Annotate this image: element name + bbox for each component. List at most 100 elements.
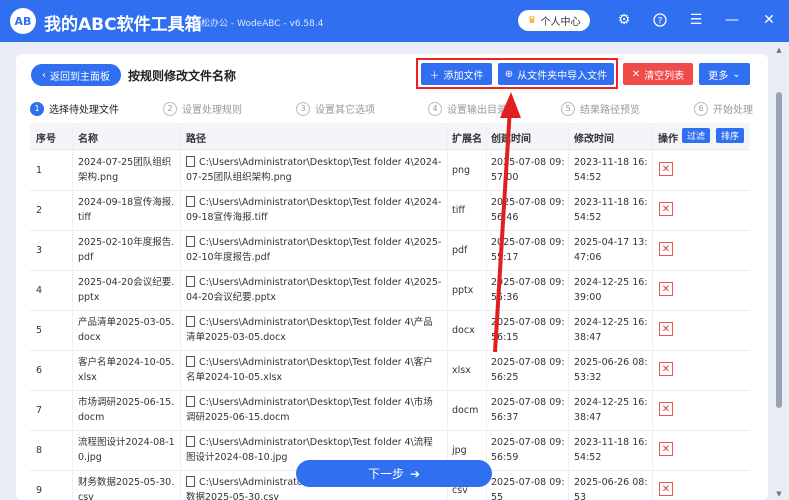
minimize-icon[interactable]: — [723,11,741,29]
row-modified: 2025-06-26 08:53:32 [574,357,648,383]
row-name: 产品清单2025-03-05.docx [78,317,175,343]
column-divider [447,123,448,500]
column-divider [652,123,653,500]
row-ext: pptx [452,285,474,296]
header-name: 名称 [78,134,98,145]
step-number: 5 [561,101,575,116]
row-path-text: C:\Users\Administrator\Desktop\Test fold… [186,237,442,263]
row-created: 2025-07-08 09:56:37 [491,397,565,423]
step-5[interactable]: 5 结果路径预览 [561,101,640,116]
header-ext: 扩展名 [452,134,482,145]
menu-icon[interactable]: ☰ [687,11,705,29]
row-name: 市场调研2025-06-15.docm [78,397,175,423]
step-progress: 1 选择待处理文件 2 设置处理规则 3 设置其它选项 4 设置输出目录 5 结果路径预览… [30,101,770,117]
table-row[interactable]: 3 2025-02-10年度报告.pdf C:\Users\Administrato… [30,230,750,271]
step-2[interactable]: 2 设置处理规则 [163,101,242,116]
table-row[interactable]: 4 2025-04-20会议纪要.pptx C:\Users\Administrat… [30,270,750,311]
plus-icon: ＋ [429,70,440,82]
step-label: 设置其它选项 [315,105,375,116]
arrow-right-circle-icon: ➔ [409,466,421,481]
row-ext: xlsx [452,365,471,376]
step-1[interactable]: 1 选择待处理文件 [30,101,119,116]
delete-row-icon[interactable]: ✕ [659,282,673,296]
step-label: 开始处理 [713,105,753,116]
delete-row-icon[interactable]: ✕ [659,322,673,336]
row-path-text: C:\Users\Administrator\Desktop\Test fold… [186,317,433,343]
table-row[interactable]: 1 2024-07-25团队组织架构.png C:\Users\Administra… [30,150,750,191]
row-name: 2025-02-10年度报告.pdf [78,237,175,263]
step-3[interactable]: 3 设置其它选项 [296,101,375,116]
row-index: 7 [36,405,43,416]
header-action: 操作 [658,134,678,145]
close-icon[interactable]: ✕ [760,11,778,29]
table-row[interactable]: 2 2024-09-18宣传海报.tiff C:\Users\Administrat… [30,190,750,231]
row-path: C:\Users\Administrator\Desktop\Test fold… [186,155,442,185]
delete-row-icon[interactable]: ✕ [659,442,673,456]
file-icon [186,396,195,407]
help-icon[interactable]: ? [651,11,669,29]
row-index: 6 [36,365,43,376]
row-name: 2025-04-20会议纪要.pptx [78,277,175,303]
back-to-main-button[interactable]: ‹ 返回到主面板 [31,64,121,86]
file-icon [186,316,195,327]
settings-icon[interactable]: ⚙ [615,11,633,29]
x-icon: ✕ [631,68,641,80]
import-folder-button[interactable]: ⊕ 从文件夹中导入文件 [498,63,614,85]
filter-button[interactable]: 过滤 [682,128,710,143]
add-file-label: 添加文件 [443,70,484,82]
file-icon [186,476,195,487]
row-ext: pdf [452,245,468,256]
next-step-button[interactable]: 下一步 ➔ [296,460,492,487]
delete-row-icon[interactable]: ✕ [659,162,673,176]
row-name: 流程图设计2024-08-10.jpg [78,437,175,463]
chevron-left-icon: ‹ [42,69,46,81]
step-6[interactable]: 6 开始处理 [694,101,753,116]
row-index: 3 [36,245,43,256]
scroll-down-icon[interactable]: ▼ [775,490,783,498]
row-index: 4 [36,285,43,296]
row-name: 财务数据2025-05-30.csv [78,477,175,500]
delete-row-icon[interactable]: ✕ [659,482,673,496]
step-number: 2 [163,101,177,116]
import-folder-label: 从文件夹中导入文件 [517,70,608,82]
next-step-label: 下一步 [367,467,404,481]
header-index: 序号 [36,134,56,145]
step-number: 3 [296,101,310,116]
clear-list-button[interactable]: ✕ 清空列表 [623,63,693,85]
header-modified: 修改时间 [574,134,614,145]
row-index: 9 [36,485,43,496]
table-header: 序号 名称 路径 扩展名 创建时间 修改时间 操作 过滤 排序 [30,123,750,150]
delete-row-icon[interactable]: ✕ [659,362,673,376]
scroll-up-icon[interactable]: ▲ [775,46,783,54]
header-path: 路径 [186,134,206,145]
row-modified: 2023-11-18 16:54:52 [574,437,648,463]
clear-list-label: 清空列表 [644,70,685,82]
more-button[interactable]: 更多 ⌄ [699,63,750,85]
delete-row-icon[interactable]: ✕ [659,402,673,416]
sort-button[interactable]: 排序 [716,128,744,143]
user-center-button[interactable]: ♛ 个人中心 [518,10,590,31]
back-label: 返回到主面板 [50,71,110,83]
arrow-annotation-icon [493,92,521,353]
table-row[interactable]: 7 市场调研2025-06-15.docm C:\Users\Administrat… [30,390,750,431]
row-path-text: C:\Users\Administrator\Desktop\Test fold… [186,397,433,423]
delete-row-icon[interactable]: ✕ [659,242,673,256]
row-path: C:\Users\Administrator\Desktop\Test fold… [186,355,442,385]
scrollbar-thumb[interactable] [776,92,782,408]
delete-row-icon[interactable]: ✕ [659,202,673,216]
row-ext: tiff [452,205,465,216]
row-path: C:\Users\Administrator\Desktop\Test fold… [186,395,442,425]
row-modified: 2024-12-25 16:38:47 [574,397,648,423]
row-name: 2024-07-25团队组织架构.png [78,157,172,183]
step-number: 4 [428,101,442,116]
add-file-button[interactable]: ＋ 添加文件 [421,63,492,85]
table-row[interactable]: 5 产品清单2025-03-05.docx C:\Users\Administrat… [30,310,750,351]
row-modified: 2024-12-25 16:38:47 [574,317,648,343]
row-path-text: C:\Users\Administrator\Desktop\Test fold… [186,357,433,383]
row-index: 5 [36,325,43,336]
page-title: 按规则修改文件名称 [128,69,237,83]
table-row[interactable]: 6 客户名单2024-10-05.xlsx C:\Users\Administrat… [30,350,750,391]
row-index: 8 [36,445,43,456]
row-path: C:\Users\Administrator\Desktop\Test fold… [186,315,442,345]
row-name: 客户名单2024-10-05.xlsx [78,357,175,383]
